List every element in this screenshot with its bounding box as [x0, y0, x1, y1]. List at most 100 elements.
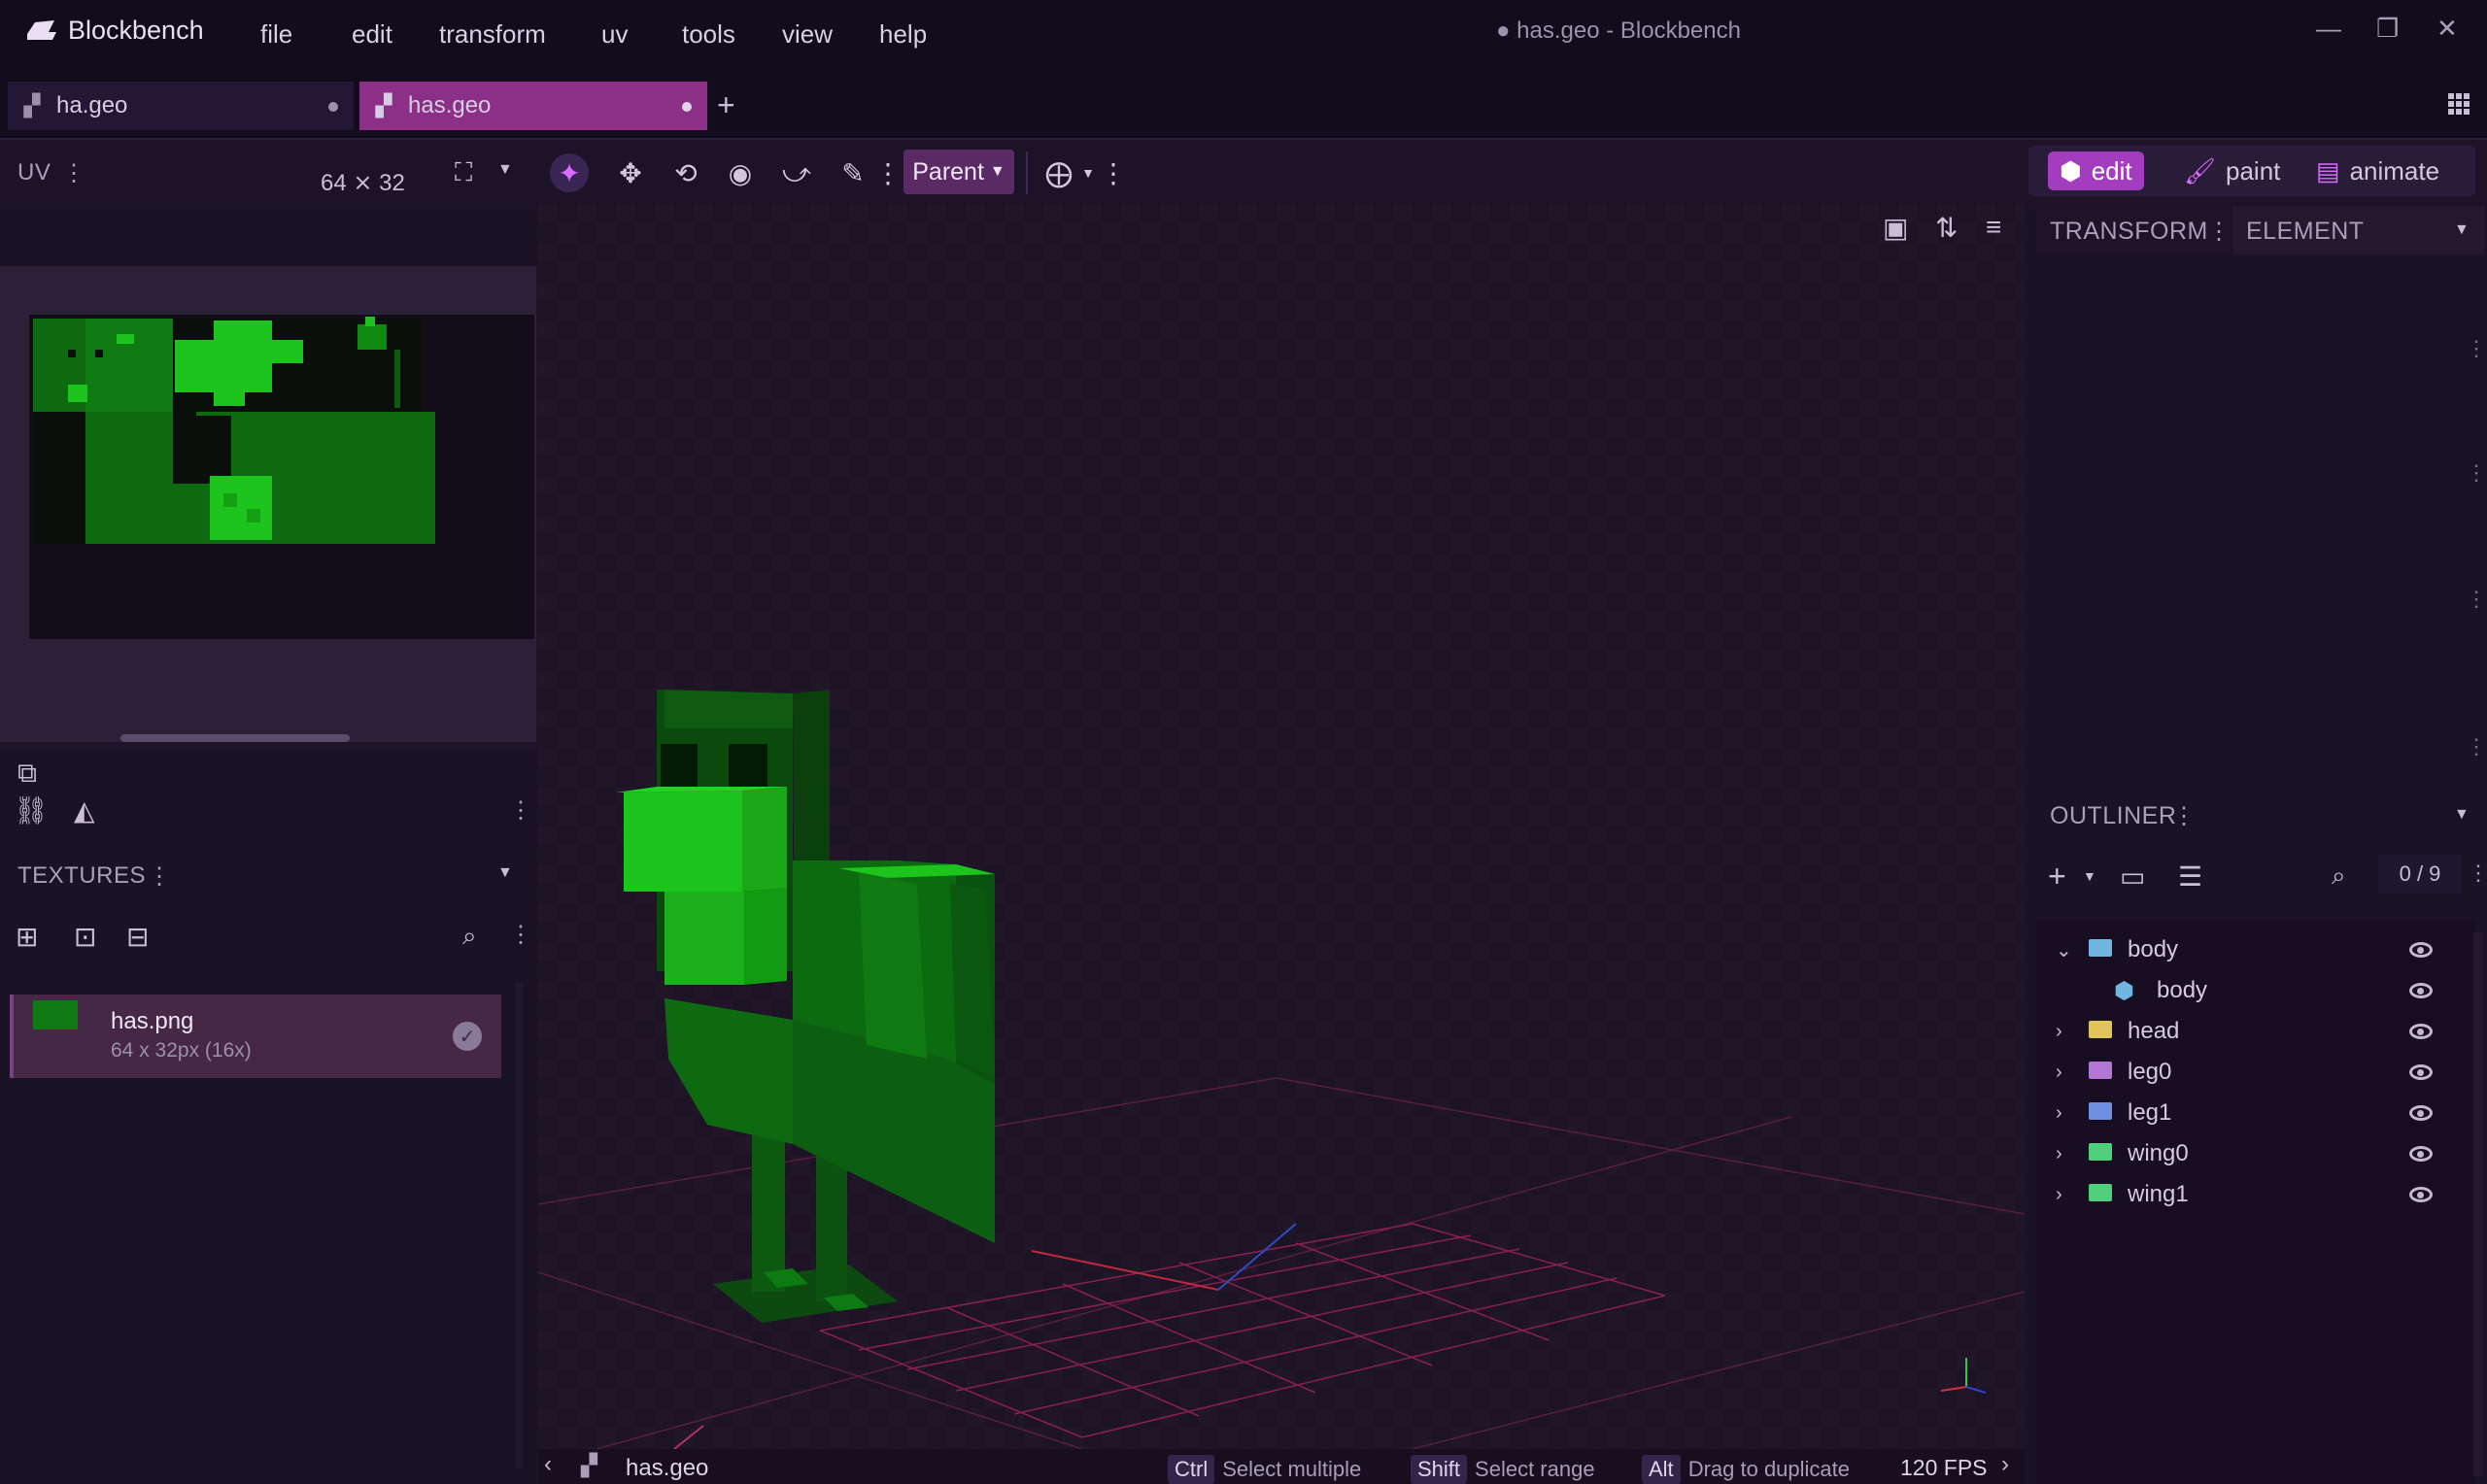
outliner-scrollbar[interactable] [2473, 932, 2483, 1476]
hint-text: Select multiple [1222, 1457, 1362, 1481]
textures-scrollbar[interactable] [515, 983, 523, 1468]
panel-menu-icon[interactable]: ⋮ [509, 796, 532, 825]
chevron-right-icon[interactable]: › [2056, 1184, 2062, 1206]
app-logo: Blockbench [25, 14, 204, 47]
panel-menu-icon[interactable]: ⋮ [2468, 860, 2487, 886]
panel-menu-icon[interactable]: ⋮ [509, 921, 532, 949]
fullscreen-icon[interactable]: ⛶ [455, 157, 472, 188]
load-folder-icon[interactable]: ⊟ [126, 921, 149, 953]
visibility-eye-icon[interactable] [2409, 1105, 2433, 1121]
texture-selected-check-icon[interactable]: ✓ [453, 1022, 482, 1051]
collapse-all-icon[interactable]: ☰ [2178, 860, 2202, 893]
panel-menu-icon[interactable]: ⋮ [2466, 460, 2487, 486]
mode-label: paint [2226, 155, 2281, 186]
image-background-icon[interactable]: ▣ [1883, 212, 1908, 244]
chevron-left-icon[interactable]: ‹ [544, 1451, 552, 1478]
outliner-item-leg1[interactable]: › leg1 [2044, 1093, 2471, 1133]
search-icon[interactable]: ⌕ [462, 921, 477, 952]
visibility-eye-icon[interactable] [2409, 1064, 2433, 1080]
search-icon[interactable]: ⌕ [2332, 860, 2346, 892]
menu-transform[interactable]: transform [439, 19, 546, 50]
visibility-eye-icon[interactable] [2409, 983, 2433, 998]
outliner-item-leg0[interactable]: › leg0 [2044, 1052, 2471, 1093]
panel-menu-icon[interactable]: ⋮ [2172, 802, 2196, 830]
outliner-item-wing1[interactable]: › wing1 [2044, 1174, 2471, 1215]
tab-label: has.geo [408, 92, 492, 118]
visibility-eye-icon[interactable] [2409, 1146, 2433, 1162]
menu-view[interactable]: view [782, 19, 833, 50]
chevron-down-icon[interactable]: ⌄ [2056, 938, 2072, 962]
panel-menu-icon[interactable]: ⋮ [148, 862, 171, 891]
panel-menu-icon[interactable]: ⋮ [2466, 587, 2487, 612]
restore-icon[interactable]: ❐ [2376, 14, 2399, 44]
toolbar-more-icon[interactable]: ⋮ [874, 153, 902, 192]
viewport-menu-icon[interactable]: ≡ [1986, 212, 2001, 243]
outliner-item-body[interactable]: ⌄ body [2044, 929, 2471, 970]
menu-edit[interactable]: edit [352, 19, 392, 50]
hint-text: Drag to duplicate [1687, 1457, 1851, 1481]
panel-menu-icon[interactable]: ⋮ [2466, 336, 2487, 361]
axis-toggle-icon[interactable]: ⨁ [1039, 153, 1078, 192]
chevron-right-icon[interactable]: › [2056, 1021, 2062, 1043]
sort-axis-icon[interactable]: ⇅ [1935, 212, 1958, 244]
outliner-item-body[interactable]: ⬢ body [2044, 970, 2471, 1011]
copy-icon[interactable]: ⧉ [17, 758, 37, 790]
new-tab-icon[interactable]: + [717, 87, 735, 123]
chevron-down-icon[interactable]: ▼ [1076, 153, 1100, 192]
brush-icon[interactable]: ✎ [834, 153, 872, 192]
close-icon[interactable]: ✕ [2436, 14, 2458, 44]
chevron-right-icon[interactable]: › [2056, 1143, 2062, 1165]
toolbar-more-icon[interactable]: ⋮ [1100, 153, 1127, 192]
chevron-down-icon[interactable]: ▼ [2454, 221, 2470, 239]
import-texture-icon[interactable]: ⊞ [16, 921, 38, 953]
pivot-mode-select[interactable]: Parent ▼ [903, 150, 1014, 194]
menu-help[interactable]: help [879, 19, 927, 50]
chevron-down-icon[interactable]: ▼ [2083, 868, 2096, 884]
model-file-icon: ▞ [375, 93, 392, 118]
chevron-down-icon[interactable]: ▼ [497, 864, 513, 882]
status-hint-alt: Alt Drag to duplicate [1642, 1455, 1850, 1484]
move-tool-icon[interactable]: ✦ [550, 153, 589, 192]
outliner-item-head[interactable]: › head [2044, 1011, 2471, 1052]
minimize-icon[interactable]: — [2316, 14, 2341, 44]
visibility-eye-icon[interactable] [2409, 1024, 2433, 1039]
tab-ha-geo[interactable]: ▞ ha.geo [8, 82, 354, 130]
add-group-icon[interactable]: ▭ [2120, 860, 2145, 893]
outliner-item-wing0[interactable]: › wing0 [2044, 1133, 2471, 1174]
menu-file[interactable]: file [260, 19, 292, 50]
tab-transform-label: TRANSFORM [2050, 218, 2208, 245]
add-element-icon[interactable]: + [2048, 859, 2066, 894]
3d-viewport[interactable] [537, 204, 2026, 1450]
panel-menu-icon[interactable]: ⋮ [2466, 734, 2487, 759]
create-texture-icon[interactable]: ⊡ [74, 921, 96, 953]
link-icon[interactable]: ⛓ [14, 794, 49, 826]
menu-uv[interactable]: uv [601, 19, 628, 50]
panel-menu-icon[interactable]: ⋮ [62, 159, 85, 187]
chevron-down-icon[interactable]: ▼ [2454, 806, 2470, 824]
vertex-snap-icon[interactable]: ⤻ [777, 153, 816, 192]
uv-panel-header [0, 204, 538, 266]
apps-grid-icon[interactable] [2448, 93, 2471, 115]
translate-icon[interactable]: ✥ [611, 153, 650, 192]
chevron-down-icon[interactable]: ▼ [497, 161, 513, 179]
uv-texture-preview [27, 313, 536, 641]
chevron-right-icon[interactable]: › [2056, 1062, 2062, 1084]
menu-tools[interactable]: tools [682, 19, 735, 50]
mode-edit[interactable]: ⬢ edit [2048, 152, 2144, 190]
toolbar-divider [1026, 152, 1028, 194]
visibility-eye-icon[interactable] [2409, 1187, 2433, 1202]
outliner-item-label: body [2157, 977, 2208, 1003]
chevron-right-icon[interactable]: › [2001, 1451, 2009, 1478]
visibility-eye-icon[interactable] [2409, 942, 2433, 958]
rotate-icon[interactable]: ⟲ [666, 153, 705, 192]
pivot-icon[interactable]: ◉ [721, 153, 760, 192]
mode-paint[interactable]: 🖌 paint [2172, 152, 2292, 190]
mode-animate[interactable]: ▤ animate [2304, 152, 2451, 190]
uv-scrollbar[interactable] [120, 734, 350, 742]
outliner-title: OUTLINER [2050, 802, 2177, 829]
texture-item[interactable] [10, 995, 501, 1078]
chevron-right-icon[interactable]: › [2056, 1102, 2062, 1125]
panel-menu-icon[interactable]: ⋮ [2207, 218, 2231, 246]
tab-has-geo[interactable]: ▞ has.geo [359, 82, 707, 130]
mirror-icon[interactable]: ◭ [74, 794, 95, 826]
